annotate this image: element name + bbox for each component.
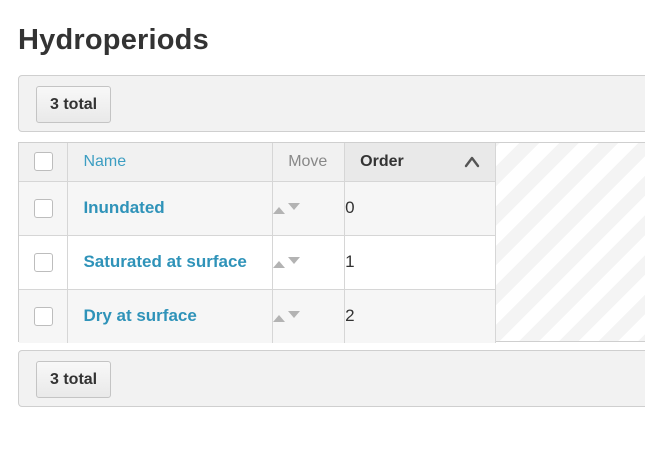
row-order-value: 1	[344, 234, 496, 290]
results-grid: Name Move Order Inundated 0 Saturated at…	[18, 142, 645, 343]
table-row: Saturated at surface 1	[19, 234, 496, 290]
row-select-cell	[19, 234, 69, 290]
move-up-icon[interactable]	[273, 315, 286, 323]
row-name-link[interactable]: Saturated at surface	[68, 252, 246, 271]
row-name-link[interactable]: Dry at surface	[68, 306, 196, 325]
total-count-button-bottom[interactable]: 3 total	[36, 361, 112, 398]
row-checkbox[interactable]	[33, 199, 53, 218]
table-header-row: Name Move Order	[19, 143, 496, 182]
row-select-cell	[19, 288, 69, 343]
row-move-cell	[272, 234, 346, 290]
move-down-icon[interactable]	[288, 257, 301, 265]
page-title: Hydroperiods	[18, 24, 209, 56]
row-order-value: 2	[344, 288, 496, 343]
toolbar-bottom: 3 total	[18, 350, 645, 407]
table-row: Dry at surface 2	[19, 288, 496, 343]
row-select-cell	[19, 180, 69, 236]
results-table: Name Move Order Inundated 0 Saturated at…	[19, 143, 496, 343]
row-move-cell	[272, 288, 346, 343]
table-row: Inundated 0	[19, 180, 496, 236]
row-name-cell: Dry at surface	[67, 288, 274, 343]
move-down-icon[interactable]	[288, 311, 301, 319]
row-name-link[interactable]: Inundated	[68, 198, 164, 217]
toolbar-top: 3 total	[18, 75, 645, 132]
row-name-cell: Inundated	[67, 180, 274, 236]
row-checkbox[interactable]	[33, 253, 53, 272]
move-down-icon[interactable]	[288, 203, 301, 211]
row-name-cell: Saturated at surface	[67, 234, 274, 290]
total-count-button-top[interactable]: 3 total	[36, 86, 112, 123]
row-checkbox[interactable]	[33, 307, 53, 327]
select-all-header	[19, 143, 69, 182]
column-header-order[interactable]: Order	[344, 143, 496, 182]
column-header-order-label: Order	[360, 152, 404, 170]
column-header-name[interactable]: Name	[67, 143, 274, 182]
chevron-up-icon[interactable]	[464, 154, 480, 168]
move-up-icon[interactable]	[273, 207, 286, 215]
row-move-cell	[272, 180, 346, 236]
column-header-move: Move	[272, 143, 346, 182]
row-order-value: 0	[344, 180, 496, 236]
select-all-checkbox[interactable]	[33, 152, 53, 172]
move-up-icon[interactable]	[273, 261, 286, 269]
